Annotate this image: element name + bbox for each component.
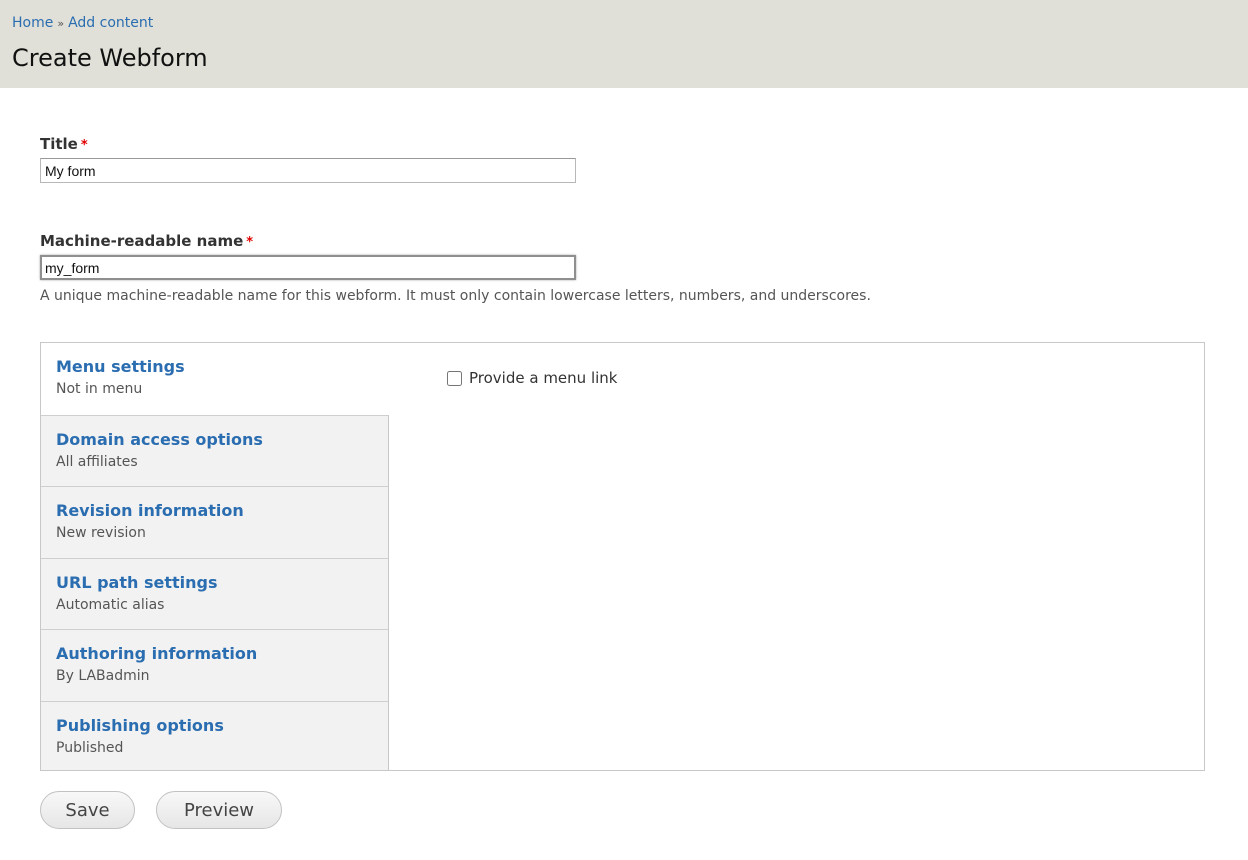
vertical-tab-url-path-settings[interactable]: URL path settings Automatic alias bbox=[41, 557, 388, 630]
vertical-tab-summary: New revision bbox=[56, 525, 146, 541]
vertical-tab-summary: Not in menu bbox=[56, 381, 143, 397]
vertical-tab-title[interactable]: URL path settings bbox=[56, 572, 373, 594]
vertical-tab-title[interactable]: Revision information bbox=[56, 500, 373, 522]
vertical-tabs-list: Menu settings Not in menu Domain access … bbox=[41, 343, 389, 770]
title-label-text: Title bbox=[40, 135, 78, 153]
vertical-tab-pane-menu-settings: Provide a menu link bbox=[389, 343, 1204, 770]
required-marker: * bbox=[80, 138, 88, 153]
machine-name-label-text: Machine-readable name bbox=[40, 232, 244, 250]
machine-name-description: A unique machine-readable name for this … bbox=[40, 288, 871, 304]
vertical-tab-title[interactable]: Authoring information bbox=[56, 643, 373, 665]
save-button[interactable]: Save bbox=[40, 791, 135, 829]
vertical-tab-title[interactable]: Menu settings bbox=[56, 356, 373, 378]
vertical-tab-summary: Automatic alias bbox=[56, 596, 165, 613]
title-form-item: Title * bbox=[40, 134, 1208, 183]
machine-name-input[interactable] bbox=[40, 255, 576, 280]
breadcrumb: Home » Add content bbox=[12, 13, 1236, 34]
machine-name-form-item: Machine-readable name* A unique machine-… bbox=[40, 231, 1208, 306]
title-input[interactable] bbox=[40, 158, 576, 183]
vertical-tab-authoring-information[interactable]: Authoring information By LABadmin bbox=[41, 629, 388, 701]
breadcrumb-add-content-link[interactable]: Add content bbox=[68, 15, 153, 31]
vertical-tab-domain-access-options[interactable]: Domain access options All affiliates bbox=[41, 414, 388, 487]
vertical-tab-publishing-options[interactable]: Publishing options Published bbox=[41, 700, 388, 773]
vertical-tab-menu-settings[interactable]: Menu settings Not in menu bbox=[41, 343, 389, 415]
page-header: Home » Add content Create Webform bbox=[0, 0, 1248, 88]
machine-name-label: Machine-readable name * bbox=[40, 231, 1208, 253]
vertical-tab-revision-information[interactable]: Revision information New revision bbox=[41, 486, 388, 558]
breadcrumb-separator: » bbox=[57, 17, 65, 30]
form-actions: Save Preview bbox=[40, 791, 1208, 829]
node-form: Title* Machine-readable name* A unique m… bbox=[0, 88, 1248, 829]
preview-button[interactable]: Preview bbox=[156, 791, 282, 829]
provide-menu-link-row[interactable]: Provide a menu link bbox=[447, 369, 1146, 387]
provide-menu-link-checkbox[interactable] bbox=[447, 370, 462, 386]
breadcrumb-home-link[interactable]: Home bbox=[12, 15, 53, 31]
vertical-tab-summary: Published bbox=[56, 739, 124, 756]
vertical-tab-summary: By LABadmin bbox=[56, 668, 150, 684]
vertical-tab-title[interactable]: Domain access options bbox=[56, 429, 373, 451]
vertical-tab-summary: All affiliates bbox=[56, 453, 138, 470]
provide-menu-link-label[interactable]: Provide a menu link bbox=[469, 369, 617, 387]
required-marker: * bbox=[246, 235, 254, 250]
vertical-tab-title[interactable]: Publishing options bbox=[56, 715, 373, 737]
title-label: Title * bbox=[40, 134, 1208, 156]
vertical-tabs: Menu settings Not in menu Domain access … bbox=[40, 342, 1205, 771]
page-title: Create Webform bbox=[12, 44, 208, 72]
